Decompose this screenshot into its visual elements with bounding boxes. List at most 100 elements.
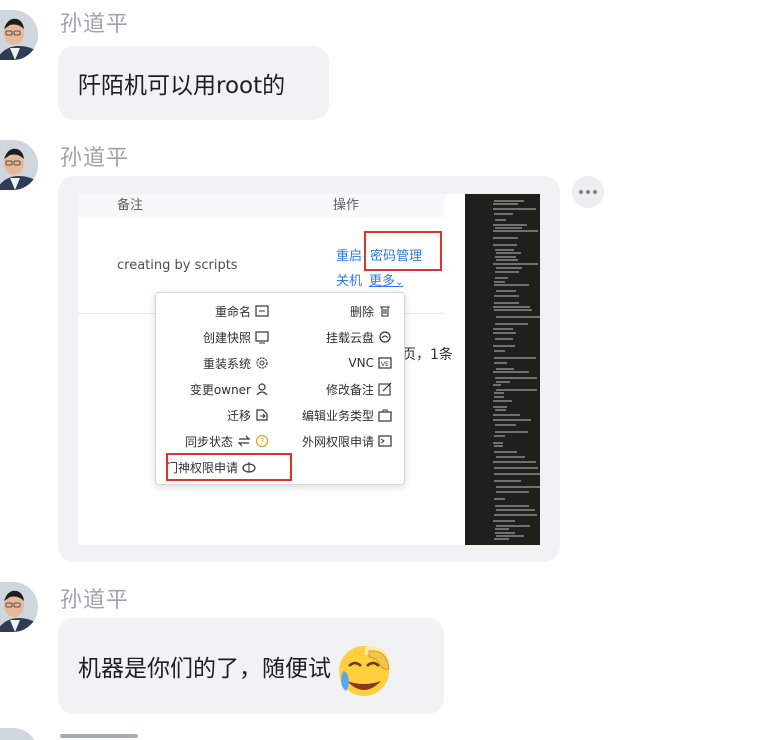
terminal-line xyxy=(493,371,529,373)
more-label: 更多 xyxy=(369,274,396,289)
terminal-line xyxy=(495,532,515,534)
more-menu: 重命名 创建快照 重装系统 变更owner 迁移 同步状态 ? 门神权限申请 删… xyxy=(155,292,405,485)
menu-item-migrate[interactable]: 迁移 xyxy=(227,405,269,425)
menu-item-reinstall[interactable]: 重装系统 xyxy=(203,353,269,373)
message-bubble[interactable]: 机器是你们的了，随便试 xyxy=(58,618,444,714)
terminal-line xyxy=(496,389,537,391)
terminal-line xyxy=(495,431,528,433)
cloud-disk-icon xyxy=(378,330,392,344)
briefcase-icon xyxy=(378,408,392,422)
row-remark: creating by scripts xyxy=(117,258,238,273)
terminal-line xyxy=(494,200,524,202)
terminal-line xyxy=(494,281,505,283)
menu-item-edit-business[interactable]: 编辑业务类型 xyxy=(302,405,392,425)
terminal-line xyxy=(496,267,522,269)
edit-icon xyxy=(378,382,392,396)
terminal-line xyxy=(493,384,501,386)
terminal-line xyxy=(494,357,536,359)
terminal-line xyxy=(494,350,505,352)
terminal-line xyxy=(494,295,519,297)
avatar[interactable] xyxy=(0,582,38,632)
terminal-icon xyxy=(378,434,392,448)
terminal-line xyxy=(496,252,521,254)
terminal-line xyxy=(494,480,521,482)
terminal-line xyxy=(493,345,515,347)
sync-icon xyxy=(237,434,251,448)
restart-link[interactable]: 重启 xyxy=(336,245,362,264)
trash-icon xyxy=(378,304,392,318)
pagination-text: 页，1条 xyxy=(402,347,453,363)
terminal-line xyxy=(494,467,538,469)
shutdown-link[interactable]: 关机 xyxy=(336,270,362,289)
menu-item-rename[interactable]: 重命名 xyxy=(215,301,269,321)
dot-icon xyxy=(579,190,583,194)
user-icon xyxy=(255,382,269,396)
menu-item-external-network[interactable]: 外网权限申请 xyxy=(302,431,392,451)
terminal-line xyxy=(493,244,517,246)
terminal-line xyxy=(493,400,512,402)
terminal-line xyxy=(495,219,506,221)
terminal-line xyxy=(495,271,519,273)
avatar[interactable] xyxy=(0,10,38,60)
terminal-line xyxy=(494,396,504,398)
terminal-line xyxy=(494,392,504,394)
avatar[interactable] xyxy=(0,140,38,190)
menu-item-label: VNC xyxy=(348,356,374,370)
terminal-line xyxy=(493,224,527,226)
question-icon[interactable]: ? xyxy=(255,434,269,448)
terminal-line xyxy=(496,456,525,458)
more-options-button[interactable] xyxy=(572,176,604,208)
terminal-line xyxy=(493,328,513,330)
terminal-line xyxy=(493,520,515,522)
menu-item-vnc[interactable]: VNC VE xyxy=(348,353,392,373)
menu-item-mount-disk[interactable]: 挂载云盘 xyxy=(326,327,392,347)
terminal-line xyxy=(495,277,508,279)
terminal-line xyxy=(496,509,535,511)
message-bubble[interactable]: 阡陌机可以用root的 xyxy=(58,46,329,120)
terminal-line xyxy=(495,249,514,251)
message-text: 阡陌机可以用root的 xyxy=(78,73,286,99)
sender-name-partial xyxy=(60,730,138,740)
rename-icon xyxy=(255,304,269,318)
table-header: 备注 操作 xyxy=(78,194,445,217)
terminal-line xyxy=(495,409,506,411)
terminal-line xyxy=(494,435,505,437)
message-text: 机器是你们的了，随便试 xyxy=(78,656,331,682)
terminal-line xyxy=(494,445,503,447)
menu-item-sync-status[interactable]: 同步状态 ? xyxy=(185,431,269,451)
terminal-line xyxy=(493,306,530,308)
terminal-line xyxy=(493,442,503,444)
terminal-line xyxy=(493,406,507,408)
terminal-line xyxy=(494,451,517,453)
terminal-line xyxy=(495,528,509,530)
terminal-line xyxy=(494,473,540,475)
menu-item-change-owner[interactable]: 变更owner xyxy=(190,379,269,399)
dot-icon xyxy=(593,190,597,194)
terminal-line xyxy=(496,316,540,318)
more-dropdown[interactable]: 更多⌄ xyxy=(369,270,403,289)
terminal-line xyxy=(494,284,529,286)
terminal-line xyxy=(493,419,531,421)
menu-item-snapshot[interactable]: 创建快照 xyxy=(203,327,269,347)
sender-name: 孙道平 xyxy=(60,12,130,37)
terminal-line xyxy=(494,498,505,500)
vnc-icon: VE xyxy=(378,356,392,370)
terminal-line xyxy=(495,377,537,379)
terminal-line xyxy=(495,256,516,258)
menu-item-delete[interactable]: 删除 xyxy=(350,301,392,321)
menu-item-label: 创建快照 xyxy=(202,330,251,345)
terminal-line xyxy=(493,230,538,232)
svg-text:VE: VE xyxy=(381,361,389,368)
sender-name: 孙道平 xyxy=(60,146,130,171)
terminal-line xyxy=(494,538,509,540)
terminal-line xyxy=(496,290,516,292)
terminal-line xyxy=(496,525,530,527)
terminal-line xyxy=(496,368,514,370)
terminal-line xyxy=(494,362,507,364)
terminal-line xyxy=(496,381,510,383)
header-action: 操作 xyxy=(333,198,360,213)
menu-item-label: 外网权限申请 xyxy=(301,434,374,449)
menu-item-edit-remark[interactable]: 修改备注 xyxy=(326,379,392,399)
terminal-line xyxy=(493,332,516,334)
avatar[interactable] xyxy=(0,728,38,740)
